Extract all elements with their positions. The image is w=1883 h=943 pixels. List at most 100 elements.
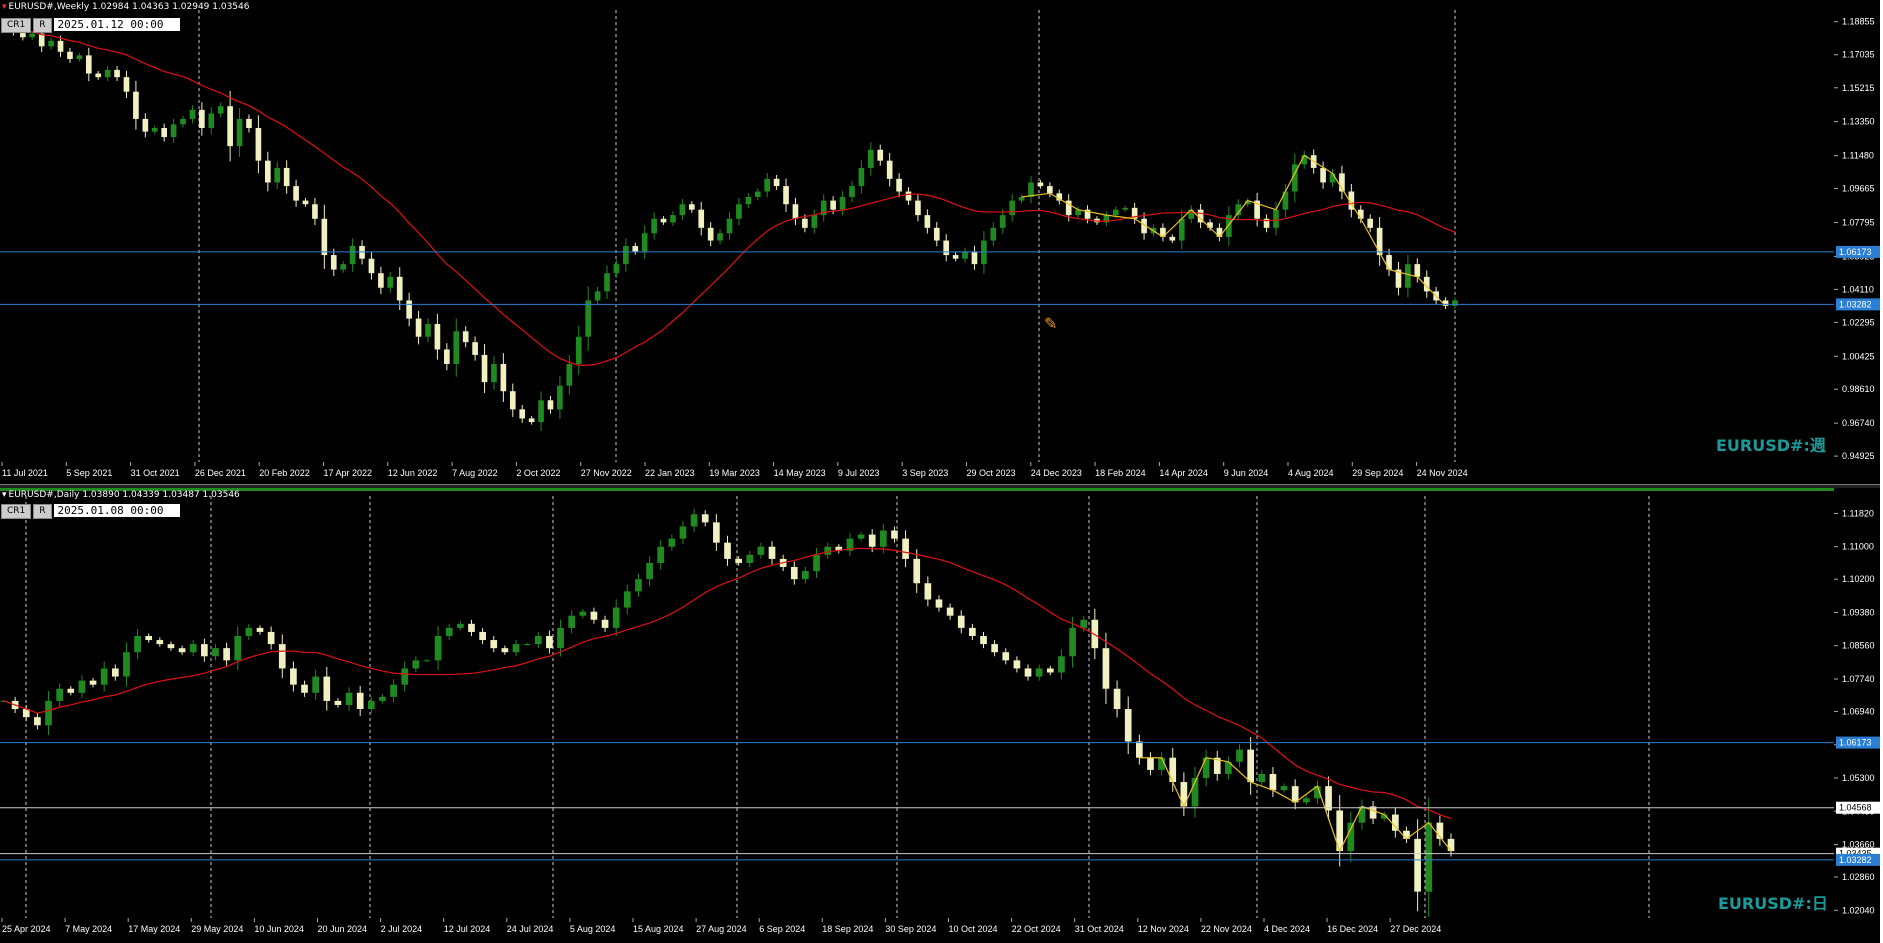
crosshair-tool-icon[interactable]: ✎	[1044, 314, 1057, 333]
bear-candle	[980, 635, 987, 645]
bear-candle	[713, 522, 720, 543]
bear-candle	[886, 160, 893, 179]
bear-candle	[227, 106, 233, 147]
price-axis-label: 1.18855	[1842, 17, 1875, 27]
price-axis-label: 0.98610	[1842, 384, 1875, 394]
cr1-button[interactable]: CR1	[1, 504, 32, 519]
weekly-chart-canvas[interactable]: 1.18855 1.17035 1.15215 1.13350 1.11480 1.096…	[0, 0, 1880, 484]
bear-candle	[902, 538, 909, 559]
reset-button[interactable]: R	[33, 504, 52, 519]
time-axis-label: 17 May 2024	[128, 924, 180, 934]
bull-candle	[566, 363, 573, 386]
weekly-chart-panel[interactable]: 1.18855 1.17035 1.15215 1.13350 1.11480 1.096…	[0, 0, 1880, 484]
bull-candle	[100, 668, 108, 685]
bull-candle	[568, 615, 576, 628]
bear-candle	[1367, 218, 1374, 228]
time-axis-label: 9 Jun 2024	[1224, 468, 1269, 478]
bull-candle	[1236, 749, 1243, 762]
bull-candle	[208, 113, 215, 128]
bull-candle	[412, 660, 420, 669]
bear-candle	[601, 619, 609, 628]
weekly-date-field[interactable]: 2025.01.12 00:00	[53, 18, 180, 31]
bull-candle	[679, 204, 686, 216]
bull-candle	[189, 109, 196, 119]
bull-candle	[312, 676, 320, 693]
bear-candle	[1124, 709, 1132, 742]
bull-candle	[641, 233, 648, 252]
bull-candle	[189, 644, 197, 653]
price-axis-label: 1.09665	[1842, 184, 1875, 194]
bear-candle	[991, 644, 998, 653]
price-axis-label: 1.04110	[1842, 284, 1874, 294]
daily-ohlc-text: EURUSD#,Daily 1.03890 1.04339 1.03487 1.…	[8, 490, 240, 500]
time-axis-label: 5 Sep 2021	[66, 468, 112, 478]
bull-candle	[234, 635, 242, 661]
bull-candle	[56, 688, 63, 701]
bear-candle	[199, 109, 205, 128]
bull-candle	[379, 696, 386, 701]
bear-candle	[255, 127, 262, 161]
bear-candle	[877, 149, 884, 161]
bear-candle	[1113, 688, 1121, 710]
bear-candle	[278, 644, 286, 669]
time-axis-label: 31 Oct 2024	[1075, 924, 1124, 934]
time-axis-label: 24 Dec 2023	[1031, 468, 1082, 478]
bull-candle	[1035, 668, 1043, 677]
bull-candle	[78, 680, 86, 693]
bear-candle	[223, 648, 230, 661]
time-axis-label: 4 Dec 2024	[1264, 924, 1310, 934]
bear-candle	[1169, 757, 1177, 783]
bull-candle	[813, 554, 820, 572]
bear-candle	[768, 546, 776, 559]
bear-candle	[406, 300, 412, 319]
bull-candle	[401, 668, 409, 685]
bear-candle	[123, 77, 130, 92]
time-axis-label: 24 Nov 2024	[1417, 468, 1468, 478]
collapse-triangle-icon[interactable]: ▾	[2, 2, 7, 12]
bear-candle	[479, 631, 486, 641]
cr1-button[interactable]: CR1	[1, 18, 32, 33]
reset-button[interactable]: R	[33, 18, 52, 33]
bear-candle	[500, 363, 507, 392]
bull-candle	[170, 124, 177, 138]
bull-candle	[646, 562, 653, 580]
bull-candle	[657, 546, 665, 563]
bear-candle	[896, 178, 902, 192]
daily-chart-panel[interactable]: 1.11820 1.11000 1.10200 1.09380 1.08560 1.077…	[0, 488, 1880, 943]
bull-candle	[690, 514, 698, 527]
bear-candle	[971, 251, 978, 265]
bull-candle	[1080, 619, 1088, 628]
time-axis-label: 14 May 2023	[774, 468, 826, 478]
bull-candle	[764, 178, 771, 192]
time-axis-label: 4 Aug 2024	[1288, 468, 1334, 478]
bear-candle	[178, 648, 186, 653]
bear-candle	[356, 692, 364, 710]
daily-symbol-header: ▾ EURUSD#,Daily 1.03890 1.04339 1.03487 1…	[2, 490, 240, 500]
time-axis-label: 26 Dec 2021	[195, 468, 246, 478]
bull-candle	[679, 526, 687, 539]
bear-candle	[1180, 782, 1188, 807]
bull-candle	[802, 571, 809, 580]
bull-candle	[151, 127, 158, 132]
bear-candle	[490, 640, 498, 649]
bull-candle	[1122, 207, 1129, 210]
time-axis-label: 14 Apr 2024	[1159, 468, 1208, 478]
bull-candle	[623, 591, 631, 608]
bull-candle	[423, 660, 431, 662]
bull-candle	[1202, 757, 1210, 779]
bear-candle	[472, 342, 478, 355]
bull-candle	[123, 652, 130, 677]
daily-chart-canvas[interactable]: 1.11820 1.11000 1.10200 1.09380 1.08560 1.077…	[0, 488, 1880, 943]
bear-candle	[57, 40, 64, 52]
bull-candle	[585, 300, 591, 337]
price-axis-label: 1.09380	[1842, 607, 1875, 617]
bull-candle	[345, 692, 353, 705]
bull-candle	[180, 118, 186, 125]
bear-candle	[1102, 648, 1110, 689]
daily-date-field[interactable]: 2025.01.08 00:00	[53, 504, 180, 517]
bull-candle	[1018, 196, 1025, 201]
collapse-triangle-icon[interactable]: ▾	[2, 490, 7, 500]
price-axis-label: 0.94925	[1842, 451, 1875, 461]
price-axis-label: 1.15215	[1842, 83, 1875, 93]
bull-candle	[868, 149, 874, 168]
